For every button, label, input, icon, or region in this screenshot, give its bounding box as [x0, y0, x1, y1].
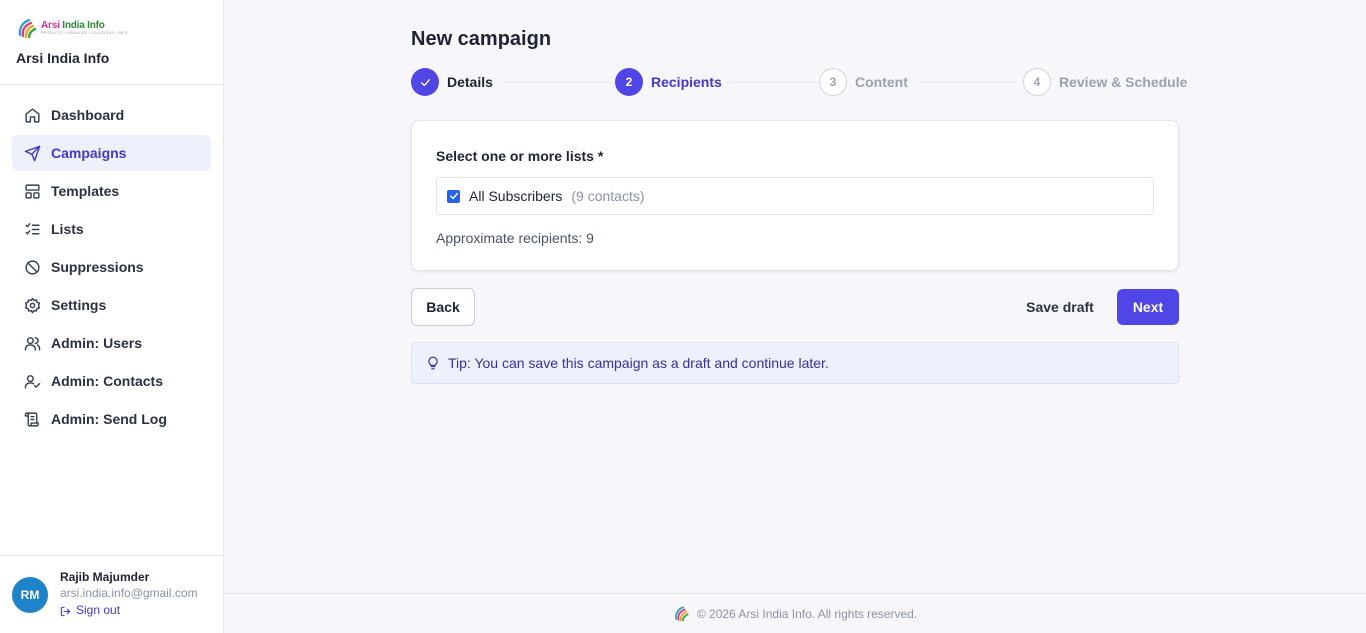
step-number: 3 [819, 68, 847, 96]
page-title: New campaign [411, 28, 552, 50]
logo-tagline: PRODUCTS • SERVICES • SOLUTIONS • INFO [41, 30, 128, 35]
sidebar-item-label: Admin: Users [51, 335, 143, 351]
save-draft-button[interactable]: Save draft [1015, 288, 1105, 326]
sidebar-item-label: Suppressions [51, 259, 144, 275]
brand-header: Arsi India Info PRODUCTS • SERVICES • SO… [0, 0, 223, 85]
step-recipients[interactable]: 2 Recipients [615, 68, 722, 96]
list-contact-count: (9 contacts) [571, 188, 645, 204]
home-icon [23, 106, 41, 124]
recipients-card: Select one or more lists * All Subscribe… [411, 120, 1179, 271]
sidebar-item-lists[interactable]: Lists [12, 211, 211, 247]
lightbulb-icon [428, 356, 438, 370]
sidebar-item-label: Campaigns [51, 145, 127, 161]
logo-text: Arsi India Info PRODUCTS • SERVICES • SO… [41, 19, 128, 36]
step-connector [501, 82, 613, 83]
sidebar-item-settings[interactable]: Settings [12, 287, 211, 323]
logo-word-1: Arsi [41, 19, 63, 31]
sidebar-item-label: Dashboard [51, 107, 125, 123]
step-complete-badge [411, 68, 439, 96]
footer: © 2026 Arsi India Info. All rights reser… [224, 593, 1366, 633]
step-label: Review & Schedule [1059, 74, 1188, 90]
step-number: 2 [615, 68, 643, 96]
select-lists-label: Select one or more lists * [436, 148, 604, 164]
step-connector [917, 82, 1017, 83]
sidebar-item-label: Admin: Send Log [51, 411, 167, 427]
sidebar-item-dashboard[interactable]: Dashboard [12, 97, 211, 133]
sidebar-item-label: Admin: Contacts [51, 373, 163, 389]
avatar[interactable]: RM [12, 576, 48, 613]
users-icon [23, 334, 41, 352]
user-panel: RM Rajib Majumder arsi.india.info@gmail.… [0, 555, 223, 633]
footer-copyright: © 2026 Arsi India Info. All rights reser… [696, 606, 918, 621]
sidebar-item-suppressions[interactable]: Suppressions [12, 249, 211, 285]
gear-icon [23, 296, 41, 314]
sidebar-item-templates[interactable]: Templates [12, 173, 211, 209]
list-name: All Subscribers [469, 188, 563, 204]
sidebar-nav: Dashboard Campaigns Templates Lists Supp… [0, 85, 223, 451]
step-label: Recipients [651, 74, 722, 90]
send-icon [23, 144, 41, 162]
brand-logo[interactable]: Arsi India Info PRODUCTS • SERVICES • SO… [16, 16, 207, 40]
step-label: Content [855, 74, 908, 90]
sidebar-item-label: Lists [51, 221, 84, 237]
approximate-recipients: Approximate recipients: 9 [436, 230, 594, 246]
sidebar-item-admin-contacts[interactable]: Admin: Contacts [12, 363, 211, 399]
user-name: Rajib Majumder [60, 570, 150, 585]
sidebar: Arsi India Info PRODUCTS • SERVICES • SO… [0, 0, 224, 633]
step-content[interactable]: 3 Content [819, 68, 908, 96]
back-button[interactable]: Back [411, 288, 475, 326]
list-checkbox[interactable] [447, 189, 460, 203]
ban-icon [23, 258, 41, 276]
logo-mark-icon [674, 606, 689, 622]
logo-word-2: India Info [62, 19, 105, 31]
sidebar-item-admin-send-log[interactable]: Admin: Send Log [12, 401, 211, 437]
user-check-icon [23, 372, 41, 390]
logo-mark-icon [18, 18, 37, 39]
sign-out-label: Sign out [76, 603, 121, 618]
check-icon [449, 192, 458, 200]
user-info: Rajib Majumder arsi.india.info@gmail.com… [60, 570, 198, 619]
sidebar-item-campaigns[interactable]: Campaigns [12, 135, 211, 171]
next-button[interactable]: Next [1117, 289, 1179, 325]
log-out-icon [60, 606, 71, 616]
scroll-icon [23, 410, 41, 428]
step-label: Details [447, 74, 493, 90]
step-connector [725, 82, 817, 83]
check-icon [420, 78, 430, 86]
stepper: Details 2 Recipients 3 Content 4 Review … [411, 68, 1187, 96]
brand-name: Arsi India Info [16, 50, 110, 66]
sidebar-item-label: Settings [51, 297, 107, 313]
main-content: New campaign Details 2 Recipients 3 Cont… [224, 0, 1366, 593]
step-details[interactable]: Details [411, 68, 493, 96]
sign-out-link[interactable]: Sign out [60, 603, 198, 619]
user-email: arsi.india.info@gmail.com [60, 585, 198, 600]
step-review-schedule[interactable]: 4 Review & Schedule [1023, 68, 1187, 96]
layout-icon [23, 182, 41, 200]
tip-text: Tip: You can save this campaign as a dra… [448, 355, 829, 371]
sidebar-item-admin-users[interactable]: Admin: Users [12, 325, 211, 361]
list-option[interactable]: All Subscribers (9 contacts) [436, 177, 1154, 215]
step-number: 4 [1023, 68, 1051, 96]
tip-banner: Tip: You can save this campaign as a dra… [411, 342, 1179, 384]
sidebar-item-label: Templates [51, 183, 120, 199]
list-checks-icon [23, 220, 41, 238]
